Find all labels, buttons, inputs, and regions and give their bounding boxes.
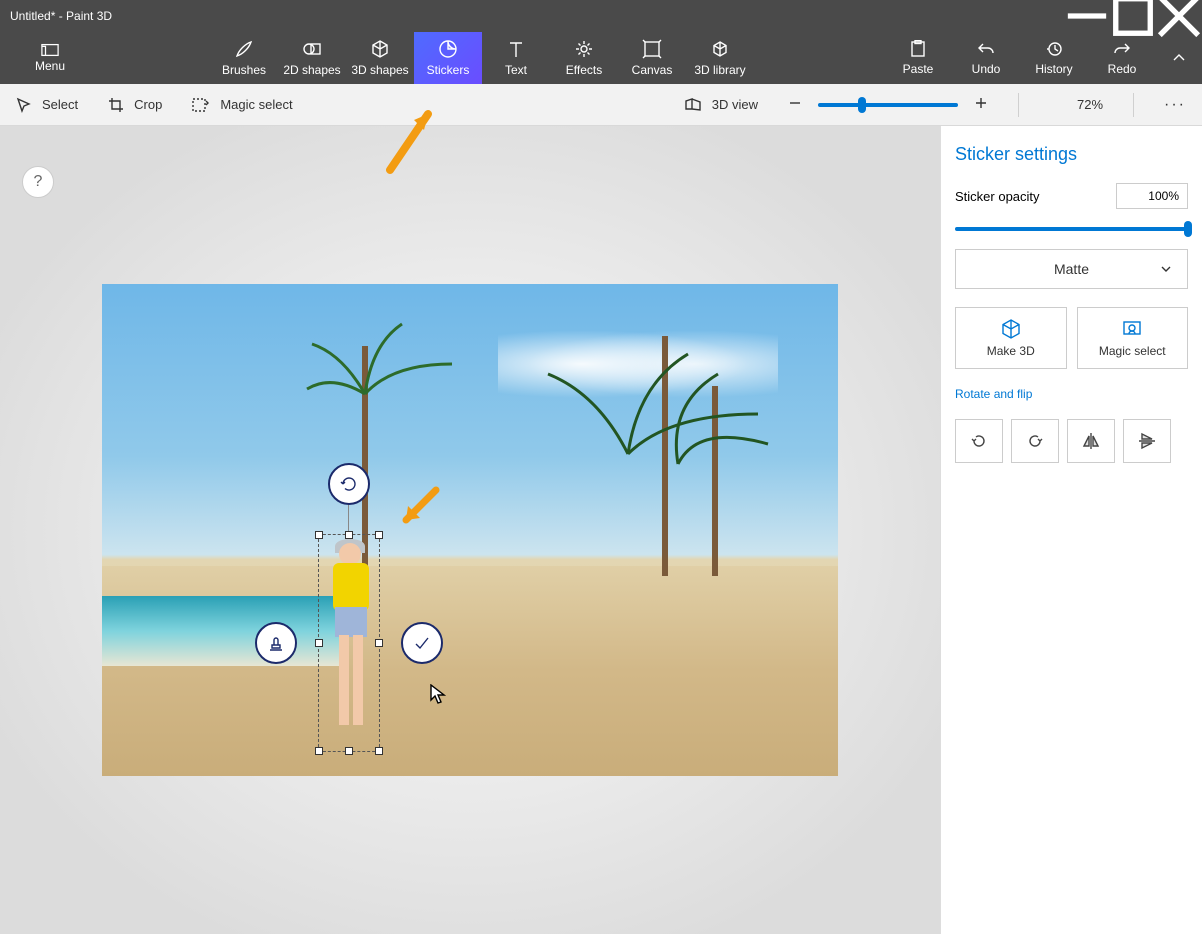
magic-select-button[interactable]: Magic select (1077, 307, 1189, 369)
canvas-area[interactable]: ? (0, 126, 940, 934)
rotate-ccw-button[interactable] (955, 419, 1003, 463)
window-title: Untitled* - Paint 3D (10, 9, 112, 23)
rotate-handle[interactable] (328, 463, 370, 505)
zoom-percent: 72% (1049, 97, 1103, 112)
resize-handle[interactable] (345, 747, 353, 755)
cmd-history[interactable]: History (1020, 32, 1088, 84)
resize-handle[interactable] (375, 639, 383, 647)
cmd-undo[interactable]: Undo (952, 32, 1020, 84)
tool-brushes[interactable]: Brushes (210, 32, 278, 84)
panel-title: Sticker settings (955, 144, 1188, 165)
cmd-label: Undo (972, 62, 1001, 76)
sticker-selection-box[interactable] (318, 534, 380, 752)
tool-2d-shapes[interactable]: 2D shapes (278, 32, 346, 84)
divider (1018, 93, 1019, 117)
opacity-input[interactable] (1116, 183, 1188, 209)
palm-fronds-decoration (302, 294, 462, 414)
stamp-sticker-button[interactable] (255, 622, 297, 664)
make-3d-button[interactable]: Make 3D (955, 307, 1067, 369)
resize-handle[interactable] (375, 747, 383, 755)
menu-button[interactable]: Menu (0, 32, 100, 84)
zoom-out-button[interactable] (788, 96, 802, 113)
expand-ribbon-button[interactable] (1156, 32, 1202, 84)
flip-vertical-button[interactable] (1123, 419, 1171, 463)
tool-canvas[interactable]: Canvas (618, 32, 686, 84)
chevron-down-icon (1159, 262, 1173, 276)
resize-handle[interactable] (315, 639, 323, 647)
resize-handle[interactable] (345, 531, 353, 539)
commit-sticker-button[interactable] (401, 622, 443, 664)
tool-3d-library[interactable]: 3D library (686, 32, 754, 84)
menu-label: Menu (35, 59, 65, 73)
tool-3d-shapes[interactable]: 3D shapes (346, 32, 414, 84)
opacity-label: Sticker opacity (955, 189, 1040, 204)
palm-fronds-decoration (518, 294, 778, 494)
divider (1133, 93, 1134, 117)
annotation-arrow-icon (394, 484, 444, 534)
canvas-image[interactable] (102, 284, 838, 776)
window-close-button[interactable] (1156, 0, 1202, 32)
annotation-arrow-icon (378, 108, 438, 188)
tool-label: Canvas (632, 63, 673, 77)
rotate-cw-button[interactable] (1011, 419, 1059, 463)
crop-tool[interactable]: Crop (108, 97, 162, 113)
tool-effects[interactable]: Effects (550, 32, 618, 84)
magic-select-label: Magic select (220, 97, 292, 112)
more-menu[interactable]: ··· (1164, 96, 1186, 114)
view3d-toggle[interactable]: 3D view (684, 97, 758, 113)
cursor-icon (430, 684, 446, 704)
zoom-slider-thumb[interactable] (858, 97, 866, 113)
tool-label: 3D library (694, 63, 745, 77)
resize-handle[interactable] (315, 747, 323, 755)
tool-label: 3D shapes (351, 63, 408, 77)
tool-label: Brushes (222, 63, 266, 77)
cmd-paste[interactable]: Paste (884, 32, 952, 84)
tool-stickers[interactable]: Stickers (414, 32, 482, 84)
zoom-slider[interactable] (818, 103, 958, 107)
sub-toolbar: Select Crop Magic select 3D view 72% ··· (0, 84, 1202, 126)
view3d-label: 3D view (712, 97, 758, 112)
flip-horizontal-button[interactable] (1067, 419, 1115, 463)
cmd-redo[interactable]: Redo (1088, 32, 1156, 84)
zoom-in-button[interactable] (974, 96, 988, 113)
rotate-flip-label: Rotate and flip (955, 387, 1188, 401)
make-3d-label: Make 3D (987, 344, 1035, 358)
sticker-content[interactable] (325, 543, 373, 745)
finish-dropdown[interactable]: Matte (955, 249, 1188, 289)
crop-label: Crop (134, 97, 162, 112)
cmd-label: Paste (903, 62, 934, 76)
finish-value: Matte (1054, 261, 1089, 277)
tool-label: Effects (566, 63, 602, 77)
help-button[interactable]: ? (22, 166, 54, 198)
cmd-label: History (1035, 62, 1072, 76)
tool-label: Stickers (427, 63, 470, 77)
resize-handle[interactable] (315, 531, 323, 539)
sticker-settings-panel: Sticker settings Sticker opacity Matte M… (940, 126, 1202, 934)
window-minimize-button[interactable] (1064, 0, 1110, 32)
resize-handle[interactable] (375, 531, 383, 539)
tool-label: 2D shapes (283, 63, 340, 77)
tool-text[interactable]: Text (482, 32, 550, 84)
window-maximize-button[interactable] (1110, 0, 1156, 32)
opacity-slider[interactable] (955, 227, 1188, 231)
select-label: Select (42, 97, 78, 112)
select-tool[interactable]: Select (16, 97, 78, 113)
opacity-slider-thumb[interactable] (1184, 221, 1192, 237)
cmd-label: Redo (1108, 62, 1137, 76)
titlebar: Untitled* - Paint 3D (0, 0, 1202, 32)
magic-select-label: Magic select (1099, 344, 1166, 358)
water-decoration (102, 596, 342, 666)
magic-select-tool[interactable]: Magic select (192, 97, 292, 113)
top-ribbon: Menu Brushes 2D shapes 3D shapes Sticker… (0, 32, 1202, 84)
tool-label: Text (505, 63, 527, 77)
